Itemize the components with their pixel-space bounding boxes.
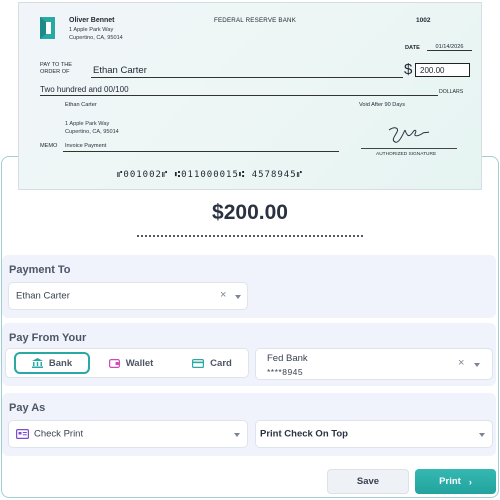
check-dollar-sign: $ — [404, 61, 413, 78]
signature-icon — [388, 127, 430, 143]
check-payee-name: Ethan Carter — [93, 65, 147, 76]
check-micr-line: ⑈001002⑈ ⑆011000015⑆ 4578945⑈ — [117, 170, 304, 180]
tab-wallet-label: Wallet — [125, 357, 154, 369]
payment-amount: $200.00 — [212, 201, 288, 224]
payee-select[interactable]: Ethan Carter × — [8, 282, 248, 310]
check-memo-value: Invoice Payment — [65, 143, 107, 149]
card-icon — [192, 358, 205, 368]
bank-logo-icon — [40, 17, 55, 39]
tab-card-label: Card — [210, 357, 232, 369]
check-signature-line — [361, 148, 457, 149]
check-memo-line — [63, 151, 339, 152]
check-date-value: 01/14/2026 — [427, 44, 472, 51]
save-button-label: Save — [356, 476, 380, 487]
clear-icon[interactable]: × — [220, 289, 226, 301]
check-dollars-label: DOLLARS — [439, 89, 464, 95]
save-button[interactable]: Save — [327, 469, 409, 494]
check-print-icon — [16, 429, 29, 439]
payment-method-value: Check Print — [34, 428, 84, 440]
check-signature-label: AUTHORIZED SIGNATURE — [376, 152, 437, 157]
chevron-down-icon[interactable] — [234, 433, 240, 437]
tab-card[interactable]: Card — [182, 352, 242, 374]
bank-icon — [31, 358, 43, 368]
bank-account-name: Fed Bank — [267, 353, 308, 364]
chevron-right-icon: › — [468, 476, 472, 487]
check-owner-name: Oliver Bennet — [69, 17, 115, 24]
clear-icon[interactable]: × — [458, 357, 464, 369]
payment-source-tabs: Bank Wallet Card — [5, 348, 249, 378]
check-number: 1002 — [416, 17, 431, 24]
tab-bank[interactable]: Bank — [14, 352, 90, 374]
check-bank-name: FEDERAL RESERVE BANK — [214, 17, 297, 24]
check-amount-box: 200.00 — [415, 63, 470, 77]
payment-to-title: Payment To — [9, 264, 71, 276]
check-preview: Oliver Bennet 1 Apple Park Way Cupertino… — [18, 2, 482, 190]
print-button[interactable]: Print › — [415, 469, 496, 494]
print-button-label: Print — [439, 476, 461, 487]
payment-method-select[interactable]: Check Print — [8, 420, 248, 448]
pay-as-title: Pay As — [9, 402, 46, 414]
check-void-notice: Void After 90 Days — [359, 102, 406, 108]
chevron-down-icon[interactable] — [474, 363, 480, 367]
chevron-down-icon[interactable] — [479, 433, 485, 437]
tab-bank-label: Bank — [48, 357, 73, 369]
pay-from-title: Pay From Your — [9, 332, 87, 344]
bank-account-number: ****8945 — [267, 367, 304, 377]
check-owner-address: 1 Apple Park Way Cupertino, CA, 95014 — [69, 27, 123, 41]
check-words-line — [40, 95, 438, 96]
check-payee-line — [91, 77, 403, 78]
amount-divider — [137, 235, 363, 237]
chevron-down-icon[interactable] — [235, 295, 241, 299]
wallet-icon — [108, 359, 120, 368]
payee-select-value: Ethan Carter — [16, 290, 70, 302]
print-option-value: Print Check On Top — [260, 428, 348, 440]
bank-account-select[interactable]: Fed Bank ****8945 × — [255, 348, 493, 380]
print-option-select[interactable]: Print Check On Top — [255, 420, 493, 448]
check-date-label: DATE — [405, 45, 420, 51]
check-payee-small-name: Ethan Carter — [65, 102, 97, 108]
tab-wallet[interactable]: Wallet — [101, 352, 161, 374]
check-memo-label: MEMO — [40, 143, 58, 149]
check-payee-address: 1 Apple Park Way Cupertino, CA, 95014 — [65, 121, 119, 135]
check-pay-to-label: PAY TO THE ORDER OF — [40, 62, 73, 75]
check-amount-words: Two hundred and 00/100 — [40, 85, 129, 94]
